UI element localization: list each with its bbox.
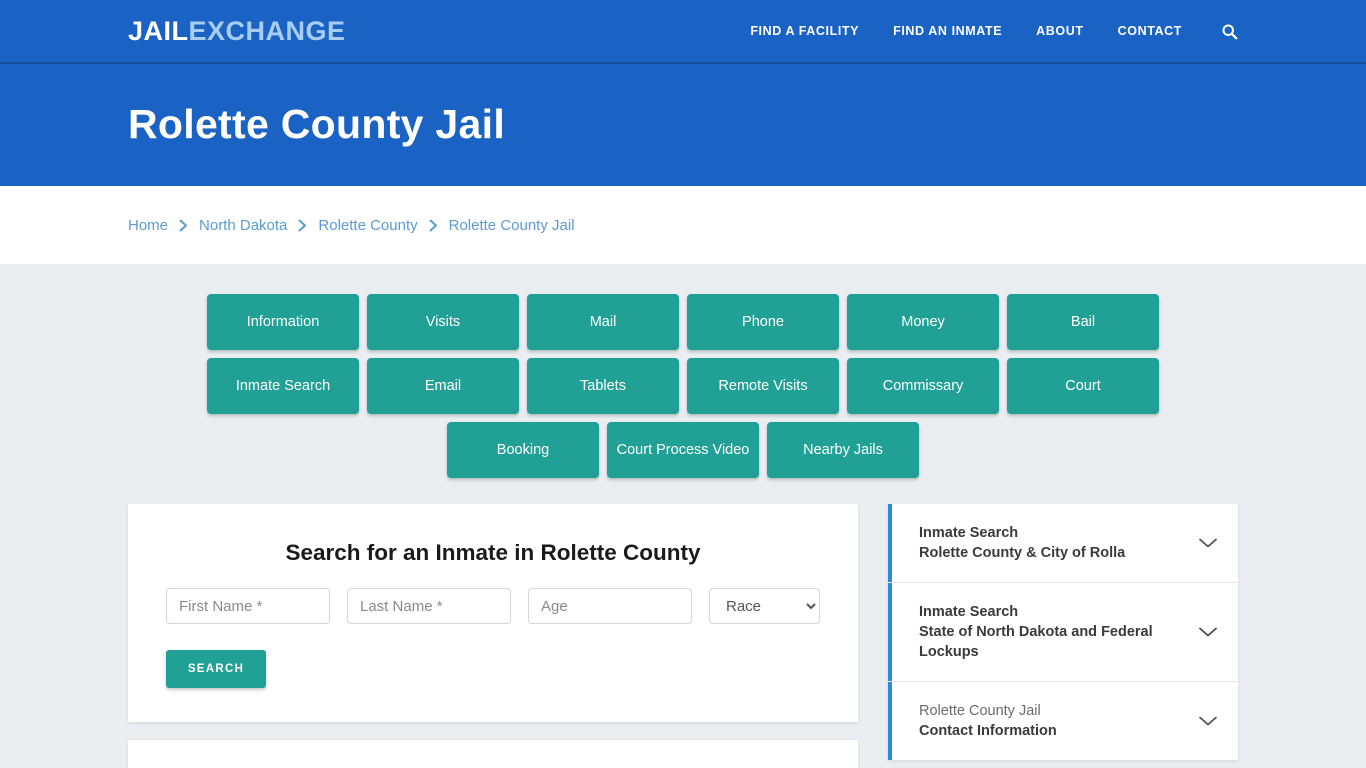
section-button-inmate-search[interactable]: Inmate Search xyxy=(207,358,359,414)
section-button-nearby-jails[interactable]: Nearby Jails xyxy=(767,422,919,478)
search-icon[interactable] xyxy=(1199,23,1238,40)
chevron-right-icon xyxy=(298,219,307,232)
chevron-right-icon xyxy=(179,219,188,232)
accordion-line-2: Contact Information xyxy=(919,723,1057,739)
accordion-item-inmate-search-county[interactable]: Inmate Search Rolette County & City of R… xyxy=(888,504,1238,583)
chevron-down-icon[interactable] xyxy=(1198,715,1218,727)
section-button-tablets[interactable]: Tablets xyxy=(527,358,679,414)
breadcrumb-bar: Home North Dakota Rolette County Rolette… xyxy=(0,186,1366,264)
logo-text-secondary: EXCHANGE xyxy=(188,15,346,46)
breadcrumb-item-home[interactable]: Home xyxy=(128,217,168,234)
section-button-court[interactable]: Court xyxy=(1007,358,1159,414)
page-title: Rolette County Jail xyxy=(128,101,506,148)
age-input[interactable] xyxy=(528,588,692,624)
section-button-phone[interactable]: Phone xyxy=(687,294,839,350)
inmate-search-card: Search for an Inmate in Rolette County R… xyxy=(128,504,858,722)
main-navigation: FIND A FACILITY FIND AN INMATE ABOUT CON… xyxy=(733,23,1238,40)
logo-text-primary: JAIL xyxy=(128,15,189,46)
site-header: JAILEXCHANGE FIND A FACILITY FIND AN INM… xyxy=(0,0,1366,64)
section-button-commissary[interactable]: Commissary xyxy=(847,358,999,414)
search-submit-button[interactable]: SEARCH xyxy=(166,650,266,688)
first-name-input[interactable] xyxy=(166,588,330,624)
chevron-down-icon[interactable] xyxy=(1198,626,1218,638)
facility-section-buttons: Information Visits Mail Phone Money Bail… xyxy=(133,290,1233,482)
chevron-right-icon xyxy=(429,219,438,232)
hero-banner: Rolette County Jail xyxy=(0,64,1366,186)
sidebar-accordion: Inmate Search Rolette County & City of R… xyxy=(888,504,1238,760)
last-name-input[interactable] xyxy=(347,588,511,624)
accordion-line-1: Inmate Search xyxy=(919,604,1019,620)
nav-item-find-a-facility[interactable]: FIND A FACILITY xyxy=(733,24,876,38)
accordion-line-1: Inmate Search xyxy=(919,525,1019,541)
inmate-search-fields: Race xyxy=(148,588,838,624)
section-button-booking[interactable]: Booking xyxy=(447,422,599,478)
nav-item-about[interactable]: ABOUT xyxy=(1019,24,1100,38)
nav-item-contact[interactable]: CONTACT xyxy=(1101,24,1199,38)
section-button-bail[interactable]: Bail xyxy=(1007,294,1159,350)
breadcrumb-item-rolette-county[interactable]: Rolette County xyxy=(318,217,417,234)
chevron-down-icon[interactable] xyxy=(1198,537,1218,549)
jail-information-card: Rolette County Jail Information xyxy=(128,740,858,768)
breadcrumb: Home North Dakota Rolette County Rolette… xyxy=(128,217,575,234)
race-select[interactable]: Race xyxy=(709,588,820,624)
breadcrumb-item-north-dakota[interactable]: North Dakota xyxy=(199,217,287,234)
accordion-item-label: Inmate Search State of North Dakota and … xyxy=(919,602,1184,662)
accordion-line-1: Rolette County Jail xyxy=(919,703,1041,719)
main-content: Information Visits Mail Phone Money Bail… xyxy=(0,264,1366,768)
site-logo[interactable]: JAILEXCHANGE xyxy=(128,15,346,46)
section-button-mail[interactable]: Mail xyxy=(527,294,679,350)
accordion-line-2: State of North Dakota and Federal Lockup… xyxy=(919,624,1153,660)
section-button-information[interactable]: Information xyxy=(207,294,359,350)
section-button-court-process-video[interactable]: Court Process Video xyxy=(607,422,759,478)
nav-item-find-an-inmate[interactable]: FIND AN INMATE xyxy=(876,24,1019,38)
section-button-visits[interactable]: Visits xyxy=(367,294,519,350)
accordion-item-label: Inmate Search Rolette County & City of R… xyxy=(919,523,1125,563)
inmate-search-title: Search for an Inmate in Rolette County xyxy=(285,540,701,565)
accordion-line-2: Rolette County & City of Rolla xyxy=(919,545,1126,561)
accordion-item-label: Rolette County Jail Contact Information xyxy=(919,701,1057,741)
section-button-money[interactable]: Money xyxy=(847,294,999,350)
section-button-email[interactable]: Email xyxy=(367,358,519,414)
accordion-item-contact-information[interactable]: Rolette County Jail Contact Information xyxy=(888,682,1238,760)
section-button-remote-visits[interactable]: Remote Visits xyxy=(687,358,839,414)
breadcrumb-item-rolette-county-jail[interactable]: Rolette County Jail xyxy=(449,217,575,234)
accordion-item-inmate-search-state[interactable]: Inmate Search State of North Dakota and … xyxy=(888,583,1238,682)
